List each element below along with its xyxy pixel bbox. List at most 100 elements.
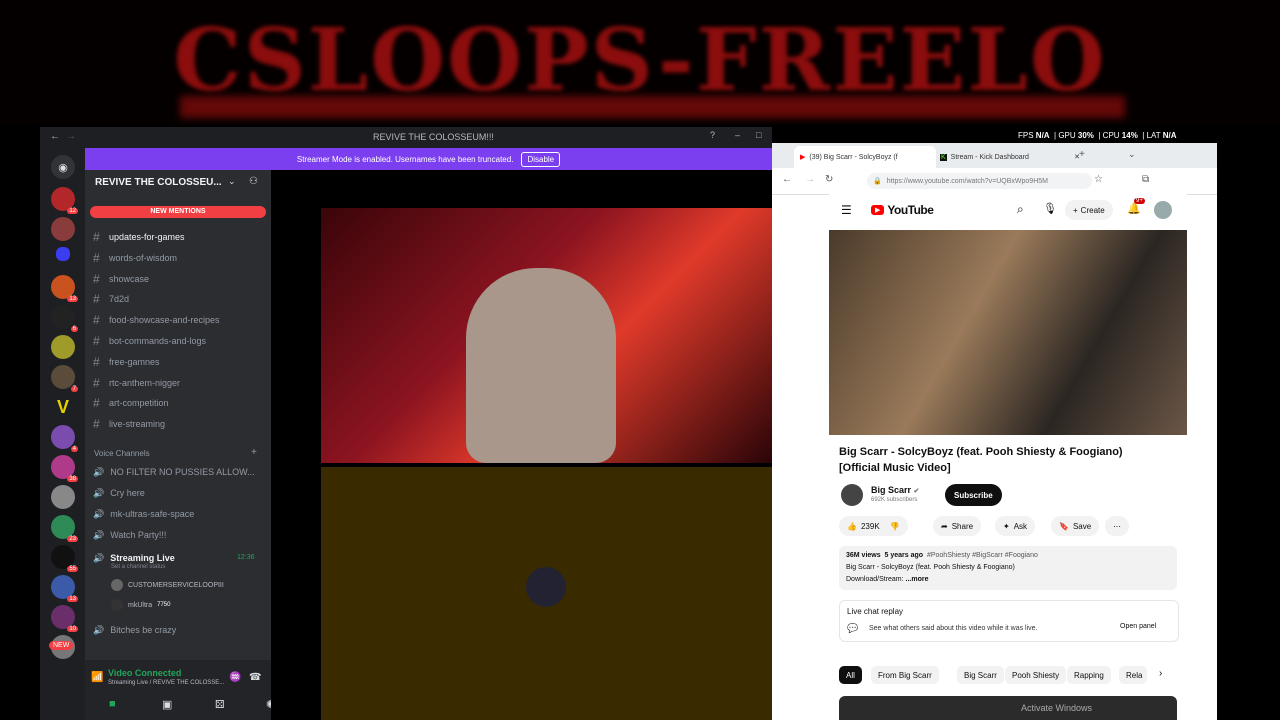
voice-channel[interactable]: 🔊 NO FILTER NO PUSSIES ALLOW... [93,463,255,481]
minimize-icon[interactable]: – [735,130,740,140]
participant-tile[interactable] [321,467,772,720]
channel-status[interactable]: Set a channel status [111,564,165,570]
description-box[interactable]: 36M views 5 years ago #PoohShiesty #BigS… [839,546,1177,590]
help-icon[interactable]: ? [710,130,715,140]
server-icon[interactable]: 10 [51,605,78,632]
menu-icon[interactable]: ☰ [841,203,852,217]
channel-name: updates-for-games [109,232,185,242]
text-channel[interactable]: #7d2d [93,290,129,308]
voice-channels-header[interactable]: Voice Channels [94,449,150,458]
chip[interactable]: Rapping [1067,666,1111,684]
server-icon[interactable]: 23 [51,515,78,542]
chip[interactable]: Rela [1119,666,1147,684]
more-link[interactable]: ...more [906,576,929,583]
save-label: Save [1072,521,1092,531]
forward-icon[interactable]: → [805,174,815,185]
discord-titlebar: ← → REVIVE THE COLOSSEUM!!! ? – □ [40,127,772,147]
open-panel-button[interactable]: Open panel [1120,623,1156,630]
text-channel[interactable]: # food-showcase-and-recipes [93,311,220,329]
server-icon[interactable]: 38 [51,455,78,482]
url-field[interactable]: 🔒 https://www.youtube.com/watch?v=UQBxWp… [867,173,1092,189]
server-icon[interactable]: 4 [51,425,78,452]
back-arrow-icon[interactable]: ← [50,131,60,142]
discord-home-icon[interactable]: ◉ [51,155,75,179]
subscribe-button[interactable]: Subscribe [945,484,1002,506]
chevron-down-icon[interactable]: ⌄ [228,176,236,187]
tab-youtube[interactable]: ▶ (39) Big Scarr - SolcyBoyz (f [794,146,936,168]
avatar[interactable] [1154,201,1172,219]
back-icon[interactable]: ← [782,174,792,185]
share-button[interactable]: ➦ Share [933,516,982,536]
server-icon[interactable]: V [51,395,75,419]
extensions-icon[interactable]: ⧉ [1142,174,1149,185]
new-tab-icon[interactable]: + [1079,149,1085,160]
channel-avatar[interactable] [841,484,863,506]
disable-streamer-mode-button[interactable]: Disable [521,151,561,167]
server-icon[interactable]: 13 [51,275,78,302]
waveform-icon[interactable]: ♒ [229,672,241,683]
text-channel[interactable]: # rtc-anthem-nigger [93,374,180,392]
voice-channel[interactable]: 🔊 Bitches be crazy [93,621,176,639]
text-channel[interactable]: # showcase [93,270,149,288]
save-button[interactable]: 🔖 Save [1051,516,1100,536]
voice-channel[interactable]: 🔊 Cry here [93,484,145,502]
camera-icon[interactable]: ■ [109,698,116,710]
add-member-icon[interactable]: ⚇ [249,176,258,187]
cpu-label: CPU [1102,131,1120,140]
server-icon[interactable]: 12 [51,187,78,214]
chip[interactable]: Big Scarr [957,666,1004,684]
chip[interactable]: From Big Scarr [871,666,939,684]
activity-icon[interactable]: ⚄ [215,698,225,711]
stream-video-tile[interactable] [321,208,772,463]
signal-icon[interactable]: 📶 [91,672,103,683]
thumbs-down-icon[interactable]: 👎 [890,522,900,531]
share-label: Share [951,521,974,531]
chevron-down-icon[interactable]: ⌄ [1128,149,1136,160]
server-icon[interactable]: 7 [51,365,78,392]
youtube-logo[interactable]: ▶ YouTube [871,203,934,217]
forward-arrow-icon[interactable]: → [66,131,76,142]
video-player[interactable] [829,230,1187,435]
add-channel-icon[interactable]: + [251,447,257,458]
folder-icon[interactable] [56,247,70,261]
server-icon[interactable] [51,485,75,509]
server-icon[interactable]: 13 [51,575,78,602]
channel-name: food-showcase-and-recipes [109,315,220,326]
voice-channel[interactable]: 🔊 Watch Party!!! [93,526,166,544]
create-button[interactable]: + Create [1065,200,1113,220]
tab-kick[interactable]: K Stream - Kick Dashboard ✕ [934,146,1086,168]
new-mentions-pill[interactable]: NEW MENTIONS [90,206,266,218]
maximize-icon[interactable]: □ [756,130,761,140]
server-icon[interactable] [51,217,75,241]
bookmark-star-icon[interactable]: ☆ [1094,174,1103,185]
mic-icon[interactable]: 🎙 [1043,202,1057,215]
reload-icon[interactable]: ↻ [825,174,833,185]
channel-name: words-of-wisdom [109,252,178,263]
channel-name[interactable]: Big Scarr ✔ [871,485,919,495]
server-icon[interactable] [51,335,75,359]
hashtags[interactable]: #PoohShiesty #BigScarr #Foogiano [927,552,1038,559]
chip[interactable]: All [839,666,862,684]
server-name[interactable]: REVIVE THE COLOSSEU... [95,177,222,188]
like-button[interactable]: 👍 239K 👎 [839,516,908,536]
server-icon[interactable]: 6 [51,305,78,332]
server-icon[interactable]: 55 [51,545,78,572]
disconnect-icon[interactable]: ☎ [249,672,261,683]
voice-channel[interactable]: 🔊 mk-ultras-safe-space [93,505,194,523]
text-channel[interactable]: # words-of-wisdom [93,249,177,267]
recommended-video-thumbnail[interactable]: Activate Windows [839,696,1177,720]
chip[interactable]: Pooh Shiesty [1005,666,1067,684]
text-channel[interactable]: # free-gamnes [93,353,160,371]
text-channel[interactable]: # updates-for-games [93,228,185,246]
chevron-right-icon[interactable]: › [1159,668,1162,679]
search-icon[interactable]: ⌕ [1017,202,1024,217]
more-actions-button[interactable]: ⋯ [1105,516,1129,536]
text-channel[interactable]: # bot-commands-and-logs [93,332,206,350]
screen-share-icon[interactable]: ▣ [162,698,172,711]
voice-user[interactable]: mkUltra 7750 [111,599,170,611]
ask-button[interactable]: ✦ Ask [995,516,1036,536]
hash-icon: # [93,375,100,390]
text-channel[interactable]: # art-competition [93,394,169,412]
text-channel[interactable]: # live-streaming [93,415,165,433]
voice-user[interactable]: CUSTOMERSERVICELOOPIII [111,579,224,591]
